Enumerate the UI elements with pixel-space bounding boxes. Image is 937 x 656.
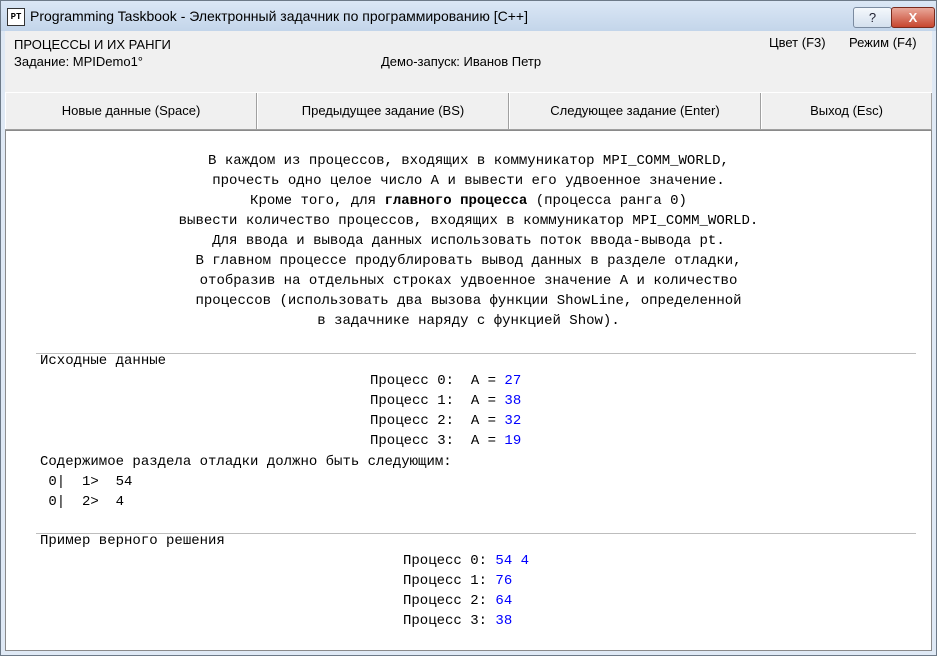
task-panel: В каждом из процессов, входящих в коммун… bbox=[5, 130, 932, 651]
section-divider bbox=[36, 353, 916, 354]
input-value: 38 bbox=[504, 393, 522, 409]
task-line: Для ввода и вывода данных использовать п… bbox=[212, 233, 725, 249]
main-process-emphasis: главного процесса bbox=[384, 193, 528, 209]
process-label: Процесс 3: bbox=[403, 613, 496, 629]
input-value: 19 bbox=[504, 433, 522, 449]
demo-label: Демо-запуск: Иванов Петр bbox=[381, 54, 542, 69]
new-data-button[interactable]: Новые данные (Space) bbox=[5, 93, 257, 129]
task-line-3: Кроме того, для главного процесса (проце… bbox=[6, 193, 931, 209]
window-title: Programming Taskbook - Электронный задач… bbox=[30, 8, 528, 24]
output-row: Процесс 3: 38 bbox=[403, 613, 512, 629]
debug-heading: Содержимое раздела отладки должно быть с… bbox=[40, 454, 452, 470]
help-button[interactable]: ? bbox=[853, 7, 892, 28]
output-value: 54 4 bbox=[495, 553, 530, 569]
task-line: процессов (использовать два вызова функц… bbox=[195, 293, 742, 309]
debug-line: 0| 1> 54 bbox=[40, 474, 133, 490]
input-row: Процесс 0: A = 27 bbox=[370, 373, 521, 389]
input-row: Процесс 2: A = 32 bbox=[370, 413, 521, 429]
output-value: 76 bbox=[495, 573, 513, 589]
output-row: Процесс 2: 64 bbox=[403, 593, 512, 609]
app-icon: PT bbox=[7, 8, 25, 26]
process-label: Процесс 0: bbox=[403, 553, 496, 569]
toolbar: Новые данные (Space) Предыдущее задание … bbox=[5, 92, 932, 130]
task-line: вывести количество процессов, входящих в… bbox=[178, 213, 759, 229]
task-line: В каждом из процессов, входящих в коммун… bbox=[208, 153, 729, 169]
client-area: ПРОЦЕССЫ И ИХ РАНГИ Задание: MPIDemo1° Д… bbox=[5, 31, 932, 651]
process-label: Процесс 1: A = bbox=[370, 393, 505, 409]
output-value: 38 bbox=[495, 613, 513, 629]
output-value: 64 bbox=[495, 593, 513, 609]
group-name: ПРОЦЕССЫ И ИХ РАНГИ bbox=[14, 37, 171, 52]
process-label: Процесс 2: bbox=[403, 593, 496, 609]
exit-button[interactable]: Выход (Esc) bbox=[761, 93, 932, 129]
process-label: Процесс 0: A = bbox=[370, 373, 505, 389]
output-row: Процесс 1: 76 bbox=[403, 573, 512, 589]
task-text: Кроме того, для bbox=[250, 193, 385, 209]
close-button[interactable]: X bbox=[891, 7, 935, 28]
prev-task-button[interactable]: Предыдущее задание (BS) bbox=[257, 93, 509, 129]
taskbook-window: PT Programming Taskbook - Электронный за… bbox=[0, 0, 937, 656]
input-row: Процесс 1: A = 38 bbox=[370, 393, 521, 409]
color-menu[interactable]: Цвет (F3) bbox=[769, 35, 826, 50]
output-section-heading: Пример верного решения bbox=[40, 533, 225, 549]
debug-line: 0| 2> 4 bbox=[40, 494, 125, 510]
task-text: (процесса ранга 0) bbox=[527, 193, 687, 209]
process-label: Процесс 3: A = bbox=[370, 433, 505, 449]
mode-menu[interactable]: Режим (F4) bbox=[849, 35, 917, 50]
task-line: В главном процессе продублировать вывод … bbox=[195, 253, 742, 269]
task-line: прочесть одно целое число A и вывести ег… bbox=[212, 173, 725, 189]
task-line: отобразив на отдельных строках удвоенное… bbox=[199, 273, 738, 289]
process-label: Процесс 2: A = bbox=[370, 413, 505, 429]
input-value: 27 bbox=[504, 373, 522, 389]
next-task-button[interactable]: Следующее задание (Enter) bbox=[509, 93, 761, 129]
title-bar[interactable]: PT Programming Taskbook - Электронный за… bbox=[1, 1, 936, 31]
process-label: Процесс 1: bbox=[403, 573, 496, 589]
input-row: Процесс 3: A = 19 bbox=[370, 433, 521, 449]
input-section-heading: Исходные данные bbox=[40, 353, 167, 369]
task-label: Задание: MPIDemo1° bbox=[14, 54, 144, 69]
input-value: 32 bbox=[504, 413, 522, 429]
task-line: в задачнике наряду с функцией Show). bbox=[317, 313, 620, 329]
output-row: Процесс 0: 54 4 bbox=[403, 553, 529, 569]
